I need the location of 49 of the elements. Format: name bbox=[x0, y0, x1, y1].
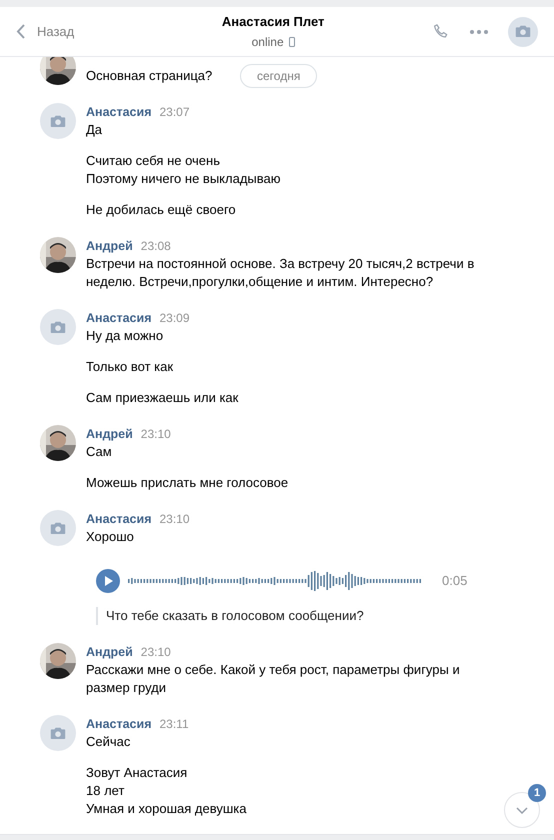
message-text: Ну да можно bbox=[86, 327, 164, 345]
online-status: online bbox=[252, 34, 284, 52]
message-text: Основная страница? bbox=[86, 67, 212, 85]
camera-icon bbox=[50, 726, 66, 740]
date-pill: сегодня bbox=[240, 64, 318, 88]
author-name[interactable]: Анастасия bbox=[86, 309, 152, 327]
message-time: 23:10 bbox=[140, 644, 171, 661]
play-button[interactable] bbox=[96, 569, 120, 593]
message-text: Сейчас bbox=[86, 733, 130, 751]
message-text: Сам bbox=[86, 443, 112, 461]
unread-badge: 1 bbox=[528, 784, 546, 802]
message-time: 23:11 bbox=[160, 716, 189, 733]
message-text: Можешь прислать мне голосовое bbox=[86, 474, 288, 492]
camera-icon bbox=[50, 522, 66, 534]
message-text: Да bbox=[86, 121, 102, 139]
message-time: 23:09 bbox=[160, 310, 190, 327]
message-text: Считаю себя не очень Поэтому ничего не выкладываю bbox=[86, 152, 280, 188]
message-time: 23:10 bbox=[160, 511, 190, 528]
handset-icon bbox=[432, 22, 450, 40]
camera-icon bbox=[515, 25, 531, 38]
message-time: 23:10 bbox=[140, 426, 171, 443]
phone-icon bbox=[288, 37, 295, 48]
author-name[interactable]: Анастасия bbox=[86, 510, 152, 528]
message-time: 23:07 bbox=[160, 104, 190, 121]
call-button[interactable] bbox=[432, 22, 450, 40]
message-time: 23:08 bbox=[140, 238, 171, 255]
message-text: Встречи на постоянной основе. За встречу 20 тысяч,2 встречи в неделю. Встречи,прогулки,общение и интим. Интересно? bbox=[86, 255, 476, 291]
message-text: Не добилась ещё своего bbox=[86, 201, 236, 219]
waveform[interactable] bbox=[128, 570, 424, 592]
camera-icon bbox=[50, 114, 66, 128]
play-icon bbox=[104, 576, 112, 586]
chevron-down-icon bbox=[516, 806, 528, 814]
message-text: Зовут Анастасия 18 лет Умная и хорошая девушка bbox=[86, 764, 246, 818]
back-icon bbox=[16, 24, 25, 39]
voice-transcript: Что тебе сказать в голосовом сообщении? bbox=[96, 607, 468, 625]
voice-duration: 0:05 bbox=[442, 572, 468, 590]
author-name[interactable]: Андрей bbox=[86, 643, 133, 661]
camera-icon bbox=[50, 320, 66, 334]
chat-title: Анастасия Плет bbox=[222, 12, 324, 31]
author-name[interactable]: Андрей bbox=[86, 237, 133, 255]
message-text: Расскажи мне о себе. Какой у тебя рост, параметры фигуры и размер груди bbox=[86, 661, 461, 697]
message-text: Хорошо bbox=[86, 528, 134, 546]
back-button[interactable]: Назад bbox=[16, 22, 74, 42]
author-name[interactable]: Анастасия bbox=[86, 103, 152, 121]
message-text: Сам приезжаешь или как bbox=[86, 389, 238, 407]
profile-avatar[interactable] bbox=[508, 16, 538, 46]
author-name[interactable]: Анастасия bbox=[86, 715, 152, 733]
author-name[interactable]: Андрей bbox=[86, 425, 133, 443]
message-text: Только вот как bbox=[86, 358, 174, 376]
